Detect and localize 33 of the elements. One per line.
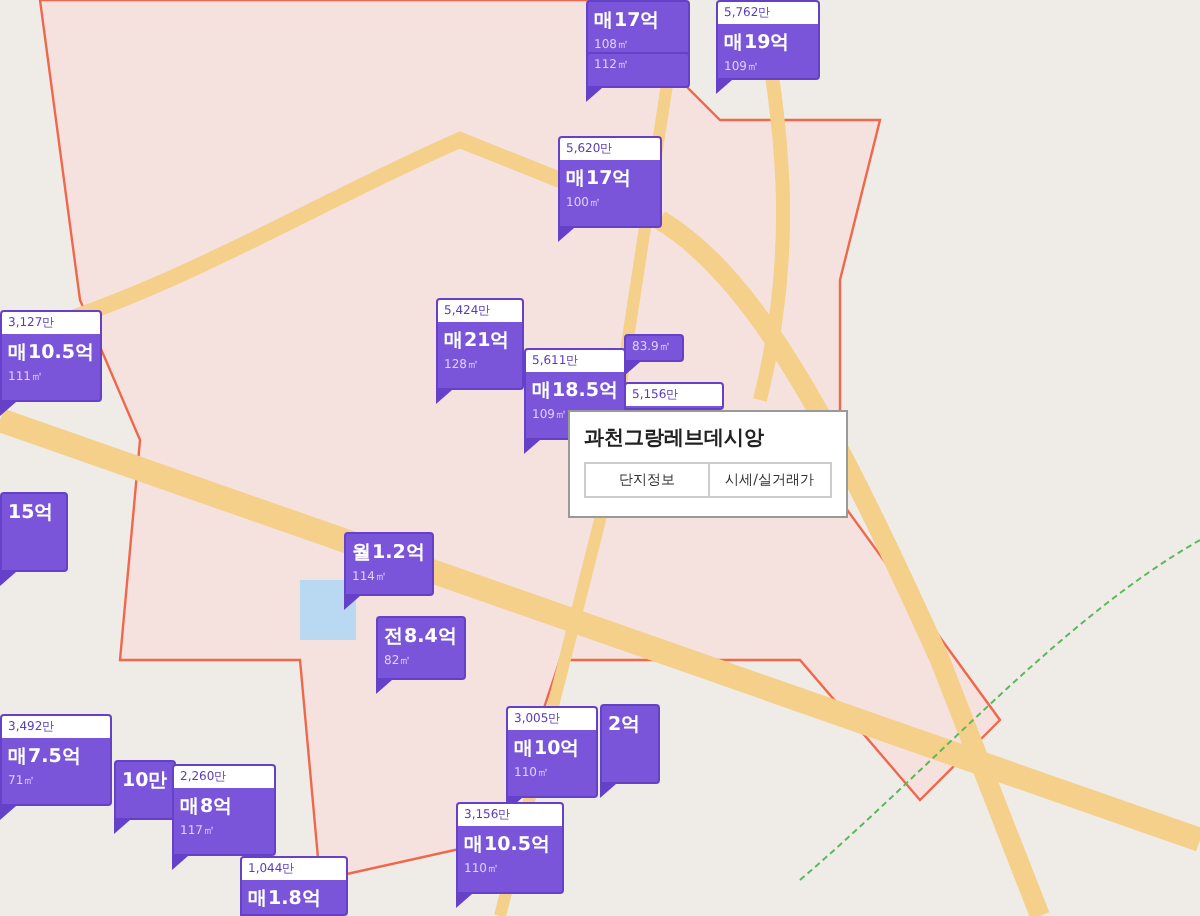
marker-pointer-icon bbox=[172, 856, 188, 870]
price-label: 15억 bbox=[6, 500, 57, 526]
marker-pointer-icon bbox=[376, 680, 392, 694]
marker-pointer-icon bbox=[0, 572, 16, 586]
marker-pointer-icon bbox=[558, 228, 574, 242]
marker-pointer-icon bbox=[344, 596, 360, 610]
marker-pointer-icon bbox=[586, 88, 602, 102]
price-label: 매19억 bbox=[722, 30, 793, 56]
marker-pointer-icon bbox=[114, 820, 130, 834]
marker-pointer-icon bbox=[600, 784, 616, 798]
price-label: 전8.4억 bbox=[382, 624, 460, 650]
price-label: 매10.5억 bbox=[6, 340, 97, 366]
price-label: 10만 bbox=[120, 768, 171, 794]
price-marker[interactable]: 15억 bbox=[0, 492, 68, 572]
price-label: 2억 bbox=[606, 712, 644, 738]
price-marker[interactable]: 10만 bbox=[114, 760, 177, 820]
price-marker[interactable]: 2억 bbox=[600, 704, 660, 784]
marker-pointer-icon bbox=[456, 894, 472, 908]
price-label: 매10.5억 bbox=[462, 832, 553, 858]
price-label: 매10억 bbox=[512, 736, 583, 762]
price-label: 매7.5억 bbox=[6, 744, 84, 770]
marker-pointer-icon bbox=[0, 806, 16, 820]
price-label: 매21억 bbox=[442, 328, 513, 354]
price-label: 매18.5억 bbox=[530, 378, 621, 404]
price-label: 매17억 bbox=[564, 166, 635, 192]
price-label: 월1.2억 bbox=[350, 540, 428, 566]
marker-pointer-icon bbox=[716, 80, 732, 94]
marker-pointer-icon bbox=[0, 402, 16, 416]
price-label: 매1.8억 bbox=[246, 886, 324, 912]
price-label: 매17억 bbox=[592, 8, 663, 34]
marker-pointer-icon bbox=[524, 440, 540, 454]
price-label: 매8억 bbox=[178, 794, 236, 820]
marker-pointer-icon bbox=[436, 390, 452, 404]
